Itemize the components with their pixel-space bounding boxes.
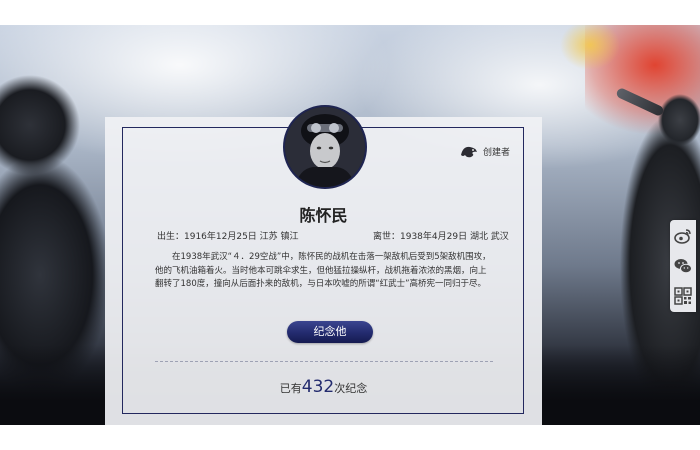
avatar: [283, 105, 367, 189]
memorial-button[interactable]: 纪念他: [287, 321, 373, 343]
memorial-count: 已有432次纪念: [105, 377, 542, 397]
person-name: 陈怀民: [299, 206, 348, 225]
biography-text: 在1938年武汉“４．29空战”中，陈怀民的战机在击落一架敌机后受到5架敌机围攻…: [155, 252, 491, 289]
qrcode-icon[interactable]: [673, 286, 693, 306]
wechat-icon[interactable]: [673, 256, 693, 276]
birth-info: 出生：1916年12月25日 江苏 镇江: [157, 232, 299, 242]
creator-label: 创建者: [483, 147, 511, 158]
count-suffix: 次纪念: [334, 382, 368, 395]
memorial-card: 创建者 陈怀民 出生：1916年12月25日 江苏 镇江 离世：1938年4月2…: [105, 105, 542, 425]
count-number: 432: [301, 377, 335, 397]
creator-badge[interactable]: 创建者: [459, 143, 510, 159]
dragon-icon: [461, 146, 477, 158]
share-sidebar: [670, 220, 696, 312]
hero-background: 创建者 陈怀民 出生：1916年12月25日 江苏 镇江 离世：1938年4月2…: [0, 25, 700, 425]
divider: [155, 361, 493, 362]
weibo-icon[interactable]: [673, 226, 693, 246]
death-info: 离世：1938年4月29日 湖北 武汉: [373, 232, 509, 242]
count-prefix: 已有: [279, 382, 302, 395]
